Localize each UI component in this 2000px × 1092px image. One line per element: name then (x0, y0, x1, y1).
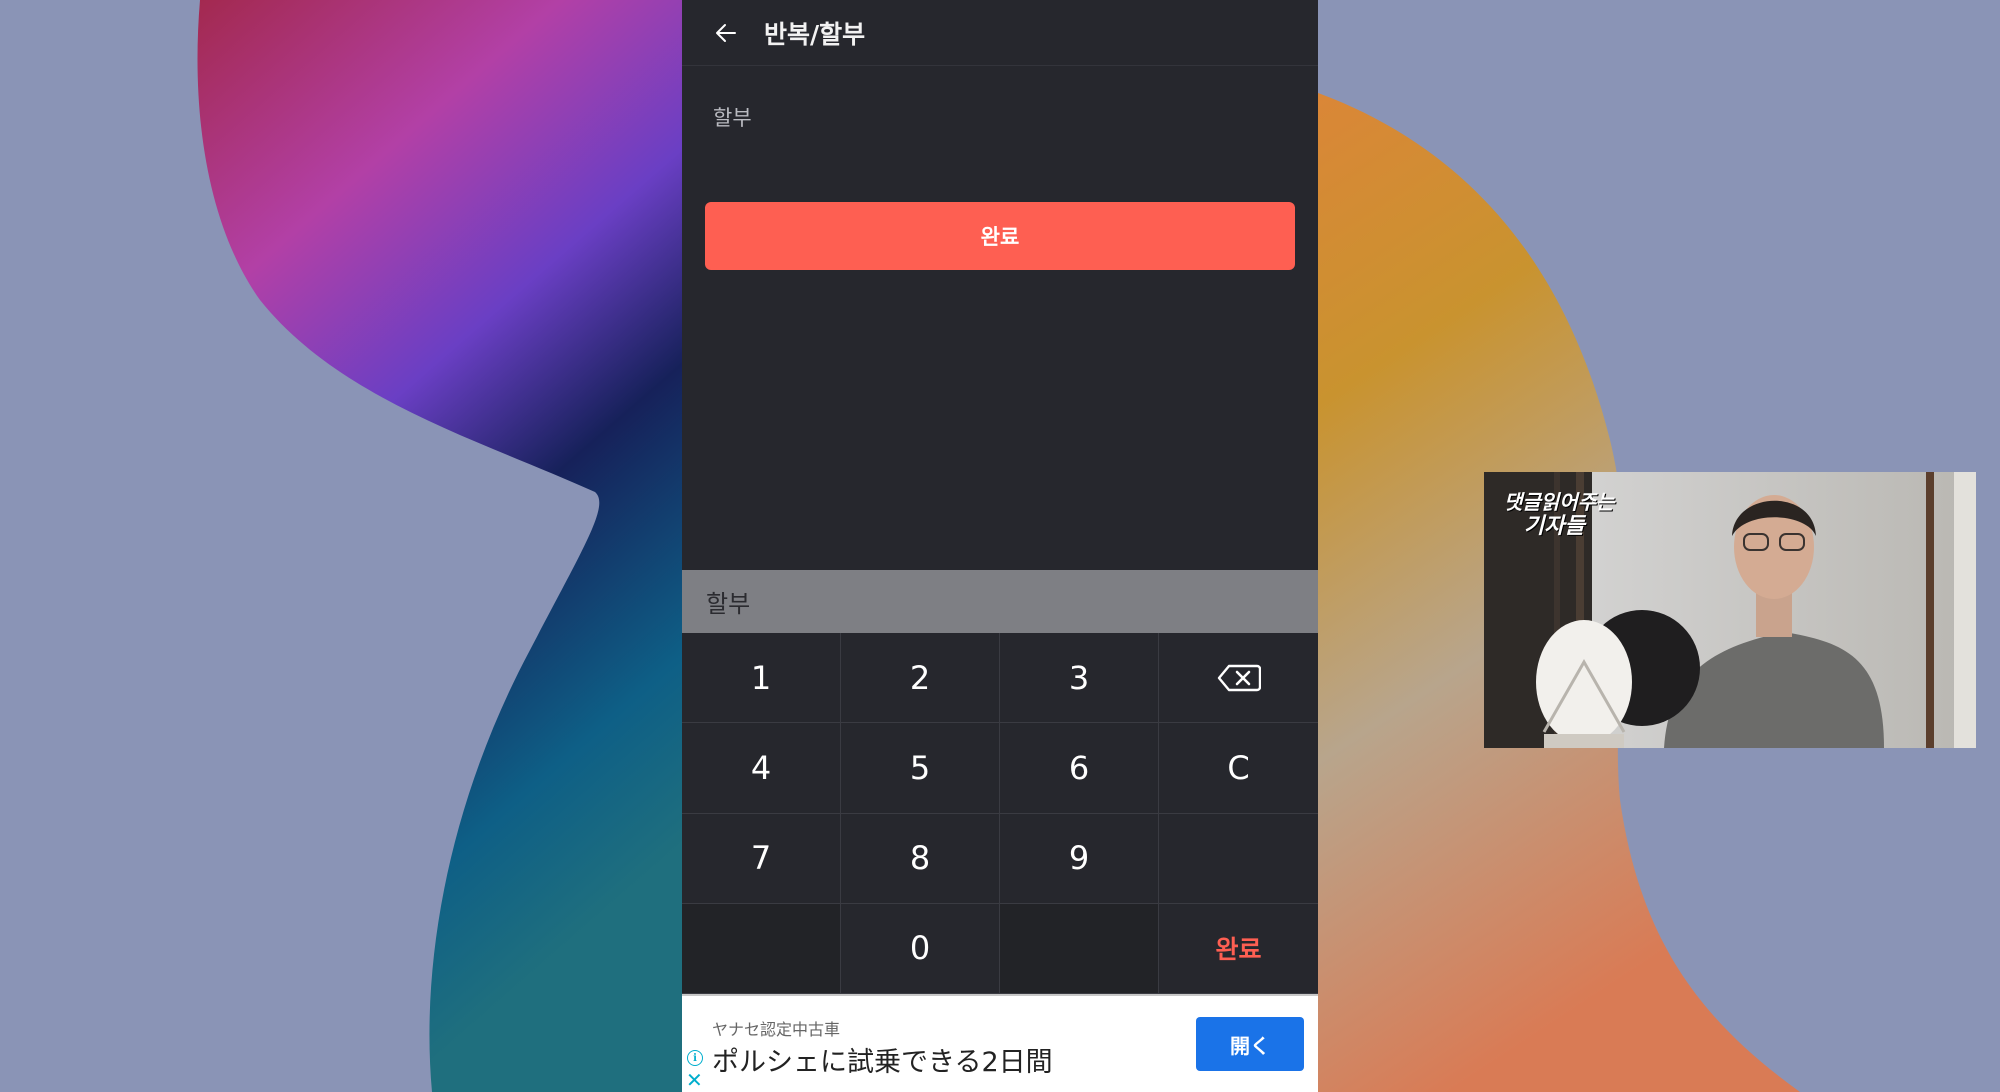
video-thumbnail[interactable]: 댓글읽어주는 기자들 (1484, 472, 1976, 748)
ad-sponsor: ヤナセ認定中古車 (712, 1020, 841, 1039)
key-6[interactable]: 6 (1000, 723, 1159, 814)
empty-key (1159, 814, 1318, 904)
app-bar: 반복/할부 (682, 0, 1318, 66)
done-button[interactable]: 완료 (705, 202, 1295, 270)
key-1[interactable]: 1 (682, 633, 841, 724)
video-overlay-line2: 기자들 (1524, 514, 1585, 539)
ad-headline[interactable]: ポルシェに試乗できる2日間 (712, 1040, 1053, 1079)
keypad-header: 할부 (682, 570, 1318, 633)
key-2[interactable]: 2 (841, 633, 1000, 724)
numeric-keypad: 1 2 3 4 5 6 C 7 8 9 0 완료 (682, 633, 1318, 994)
keypad-done-key[interactable]: 완료 (1159, 904, 1318, 994)
key-3[interactable]: 3 (1000, 633, 1159, 724)
backspace-icon (1217, 664, 1261, 691)
key-5[interactable]: 5 (841, 723, 1000, 814)
backspace-key[interactable] (1159, 633, 1318, 724)
empty-key (1000, 903, 1159, 994)
ad-banner[interactable]: ヤナセ認定中古車 ポルシェに試乗できる2日間 開く i ✕ (682, 994, 1318, 1092)
close-icon[interactable]: ✕ (686, 1070, 703, 1090)
page-title: 반복/할부 (764, 19, 866, 49)
installment-field-label[interactable]: 할부 (713, 102, 752, 132)
key-9[interactable]: 9 (1000, 813, 1159, 904)
ad-open-button[interactable]: 開く (1196, 1017, 1304, 1071)
back-button[interactable] (704, 11, 748, 55)
key-4[interactable]: 4 (682, 723, 841, 814)
key-7[interactable]: 7 (682, 813, 841, 904)
phone-app-screen: 반복/할부 할부 완료 할부 1 2 3 4 5 6 C 7 8 9 0 완료 … (682, 0, 1318, 1092)
key-8[interactable]: 8 (841, 813, 1000, 904)
info-icon[interactable]: i (687, 1050, 703, 1066)
arrow-left-icon (716, 23, 736, 42)
key-0[interactable]: 0 (841, 903, 1000, 994)
empty-key (682, 903, 841, 994)
clear-key[interactable]: C (1159, 723, 1318, 814)
